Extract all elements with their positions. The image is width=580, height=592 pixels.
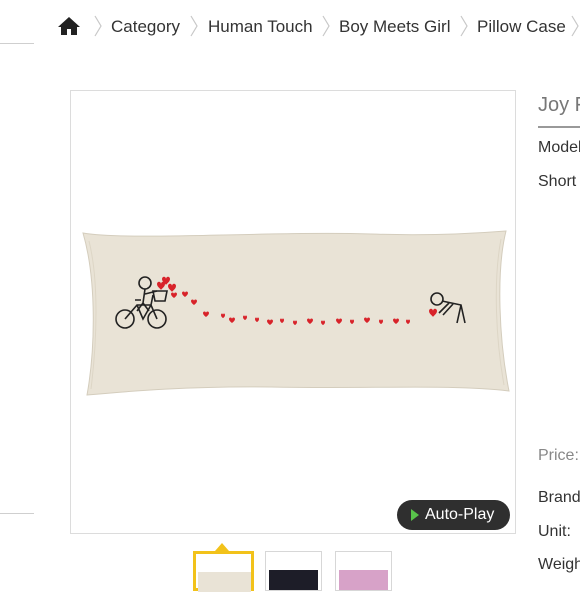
home-icon[interactable] xyxy=(57,16,81,36)
play-icon xyxy=(411,509,419,521)
breadcrumb-item-boy-meets-girl[interactable]: Boy Meets Girl xyxy=(339,17,450,37)
thumbnail-indicator-icon xyxy=(215,543,229,551)
breadcrumb-item-pillow-case[interactable]: Pillow Case xyxy=(477,17,566,37)
thumbnail-3[interactable] xyxy=(335,551,392,591)
thumbnail-2[interactable] xyxy=(265,551,322,591)
unit-label: Unit: xyxy=(538,523,571,540)
price-label: Price: xyxy=(538,447,579,464)
sidebar-divider xyxy=(0,513,34,514)
product-image-frame[interactable] xyxy=(70,90,516,534)
breadcrumb-separator-icon xyxy=(190,15,198,37)
product-title: Joy F xyxy=(538,94,580,116)
breadcrumb-separator-icon xyxy=(571,15,579,37)
autoplay-button[interactable]: Auto-Play xyxy=(397,500,510,530)
breadcrumb: Category Human Touch Boy Meets Girl Pill… xyxy=(0,0,580,54)
short-description-label: Short xyxy=(538,173,577,190)
breadcrumb-separator-icon xyxy=(460,15,468,37)
weight-label: Weigh xyxy=(538,556,580,573)
model-label: Model xyxy=(538,139,580,156)
product-image xyxy=(82,230,510,396)
title-underline xyxy=(538,126,580,128)
breadcrumb-item-human-touch[interactable]: Human Touch xyxy=(208,17,313,37)
breadcrumb-separator-icon xyxy=(94,15,102,37)
autoplay-label: Auto-Play xyxy=(425,506,495,523)
breadcrumb-separator-icon xyxy=(322,15,330,37)
thumbnail-1[interactable] xyxy=(193,551,254,592)
brand-label: Brand xyxy=(538,489,580,506)
breadcrumb-item-category[interactable]: Category xyxy=(111,17,180,37)
sidebar-divider xyxy=(0,43,34,44)
